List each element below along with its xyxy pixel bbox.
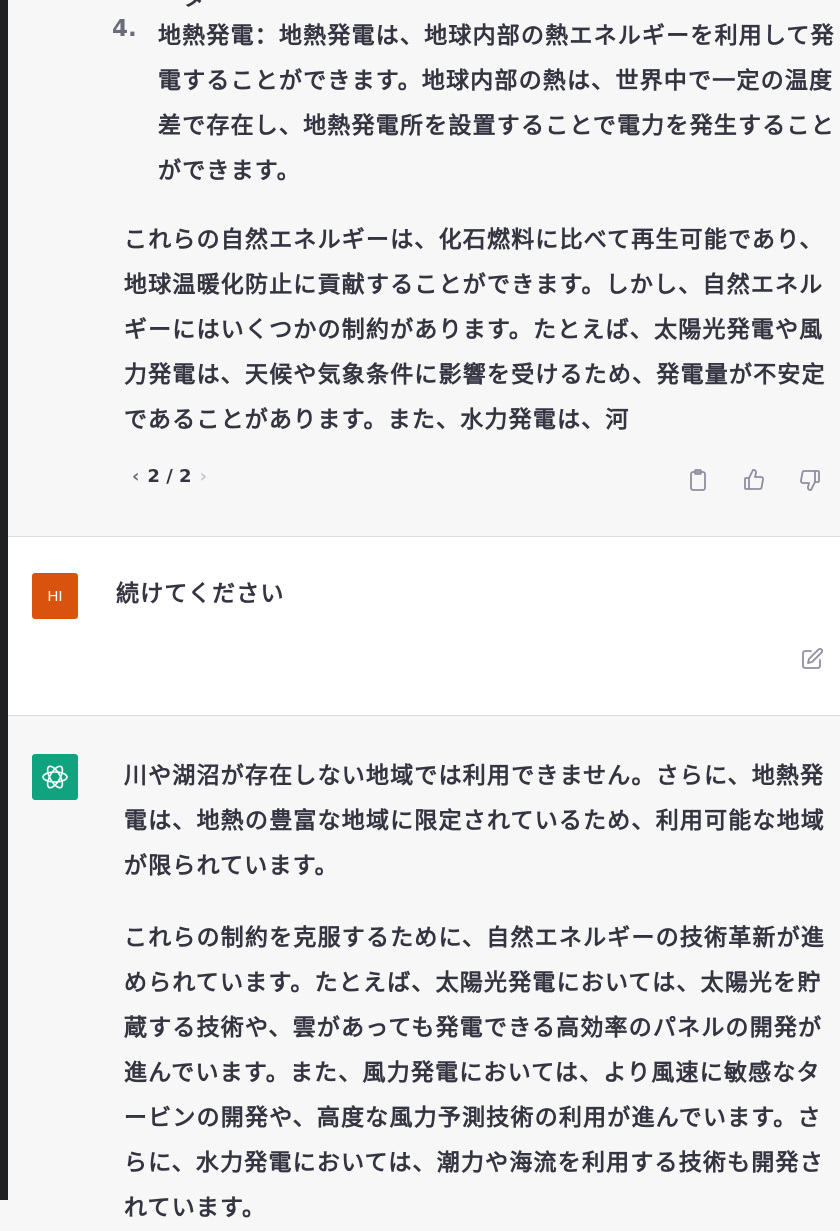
openai-logo-icon: [42, 765, 68, 789]
copy-button[interactable]: [682, 466, 714, 494]
thumbs-down-icon: [800, 470, 820, 491]
assistant-message: 川や湖沼が存在しない地域では利用できません。さらに、地熱発電は、地熱の豊富な地域…: [8, 716, 840, 1221]
user-message: [8, 537, 840, 715]
response-paragraph-1: 川や湖沼が存在しない地域では利用できません。さらに、地熱発電は、地熱の豊富な地域…: [124, 763, 826, 879]
list-item-number: 4.: [112, 16, 137, 42]
response-paragraph-2: これらの制約を克服するために、自然エネルギーの技術革新が進められています。たとえ…: [124, 925, 826, 1221]
thumbs-down-button[interactable]: [794, 466, 826, 494]
response-pager: ‹ 2 / 2 ›: [124, 466, 215, 487]
pager-label: 2 / 2: [147, 466, 192, 487]
thumbs-up-icon: [744, 469, 764, 490]
cut-off-text-line: ーター・ーー・・ーーー・ー: [158, 0, 473, 12]
edit-message-button[interactable]: [796, 645, 828, 673]
message-actions: [682, 466, 826, 494]
pager-next-button[interactable]: ›: [192, 466, 215, 487]
assistant-avatar: [32, 754, 78, 800]
pager-prev-button[interactable]: ‹: [124, 466, 147, 487]
user-avatar: HI: [32, 573, 78, 619]
thumbs-up-button[interactable]: [738, 466, 770, 494]
user-message-text: 続けてください: [116, 581, 285, 607]
assistant-message-previous: ーター・ーー・・ーーー・ー 4. 地熱発電：地熱発電は、地球内部の熱エネルギーを…: [8, 0, 840, 536]
edit-icon: [802, 648, 823, 669]
answer-paragraph: これらの自然エネルギーは、化石燃料に比べて再生可能であり、地球温暖化防止に貢献す…: [124, 227, 826, 433]
left-window-edge: [0, 0, 8, 1200]
clipboard-icon: [690, 469, 706, 491]
list-item-text: 地熱発電：地熱発電は、地球内部の熱エネルギーを利用して発電することができます。地…: [158, 23, 835, 184]
